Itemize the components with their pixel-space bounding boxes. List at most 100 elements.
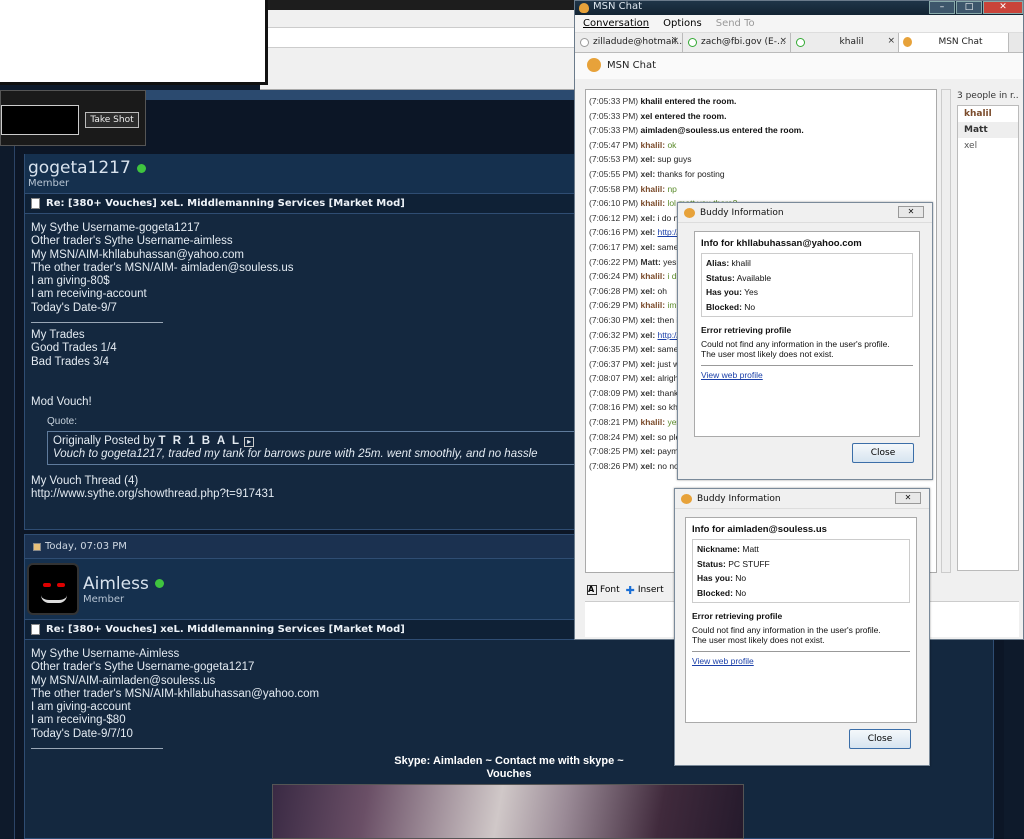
error-title: Error retrieving profile (692, 611, 783, 622)
chat-sender: xel: (640, 344, 658, 355)
window-title: MSN Chat (593, 1, 643, 12)
username-link[interactable]: Aimless (83, 574, 164, 594)
tab-khalil[interactable]: khalil × (791, 33, 899, 52)
tab-label: zilladude@hotmail... (593, 37, 683, 47)
chat-timestamp: (7:08:24 PM) (589, 431, 641, 442)
field-value: Available (736, 272, 772, 283)
chat-sender: khalil: (640, 300, 668, 311)
chat-message: (7:05:33 PM) aimladen@souless.us entered… (589, 123, 933, 138)
avatar-mouth (41, 595, 67, 603)
close-button[interactable]: ✕ (983, 1, 1023, 14)
chat-sender: khalil: (640, 183, 668, 194)
tab-close-icon[interactable]: × (779, 36, 787, 46)
buddy-fields: Alias: khalil Status: Available Has you:… (701, 253, 913, 318)
field-label: Blocked: (706, 301, 742, 312)
maximize-button[interactable]: □ (956, 1, 982, 14)
tab-zach[interactable]: zach@fbi.gov (E-... × (683, 33, 791, 52)
view-post-icon[interactable]: ▸ (244, 436, 255, 447)
view-web-profile-link[interactable]: View web profile (692, 656, 754, 666)
chat-scrollbar[interactable] (941, 89, 951, 573)
divider (31, 748, 163, 750)
person-khalil[interactable]: khalil (958, 106, 1018, 122)
person-matt[interactable]: Matt (958, 122, 1018, 138)
address-bar[interactable] (260, 28, 580, 48)
post-title-text: Re: [380+ Vouches] xeL. Middlemanning Se… (46, 624, 405, 635)
chat-text: thanks for posting (657, 168, 725, 179)
dialog-close-icon[interactable]: ✕ (898, 206, 924, 218)
tab-close-icon[interactable]: × (671, 36, 679, 46)
menu-send-to[interactable]: Send To (716, 18, 755, 29)
chat-text: yes (663, 256, 677, 267)
chat-message: (7:05:33 PM) khalil entered the room. (589, 94, 933, 109)
field-label: Nickname: (697, 544, 740, 554)
chat-sender: Matt: (640, 256, 664, 267)
chat-timestamp: (7:06:24 PM) (589, 271, 641, 282)
chat-timestamp: (7:05:33 PM) (589, 96, 641, 106)
chat-sender: khalil: (640, 417, 668, 428)
chat-text: sup guys (657, 154, 692, 165)
font-icon: A (587, 585, 597, 595)
chat-text: np (667, 183, 677, 194)
chat-sender: khalil: (640, 198, 668, 209)
chat-timestamp: (7:06:35 PM) (589, 344, 641, 355)
insert-button[interactable]: ✚ Insert (626, 583, 664, 597)
dialog-close-icon[interactable]: ✕ (895, 492, 921, 504)
avatar-eye-left (43, 583, 51, 587)
browser-tab-row (260, 10, 580, 28)
chat-sender: xel: (640, 212, 658, 223)
chat-timestamp: (7:06:29 PM) (589, 300, 641, 311)
take-shot-button[interactable]: Take Shot (85, 112, 139, 128)
post-date-icon (33, 542, 41, 551)
dialog-titlebar: Buddy Information ✕ (675, 489, 929, 509)
chat-sender: xel: (640, 154, 658, 165)
chat-timestamp: (7:05:55 PM) (589, 168, 641, 179)
buddy-info-header: Info for khllabuhassan@yahoo.com (701, 238, 862, 249)
chat-sender: xel: (640, 329, 658, 340)
online-status-icon (154, 579, 164, 588)
people-icon (587, 58, 601, 72)
chat-link[interactable]: http:// (658, 330, 679, 340)
chat-timestamp: (7:05:58 PM) (589, 183, 641, 194)
field-label: Alias: (706, 258, 730, 268)
chat-header: MSN Chat (575, 53, 1023, 79)
close-button[interactable]: Close (852, 443, 914, 463)
chat-message: (7:05:33 PM) xel entered the room. (589, 109, 933, 124)
post-title-text: Re: [380+ Vouches] xeL. Middlemanning Se… (46, 198, 405, 209)
tab-close-icon[interactable]: × (887, 36, 895, 46)
chat-sender: xel: (640, 285, 658, 296)
chat-timestamp: (7:06:12 PM) (589, 212, 641, 223)
username-link[interactable]: gogeta1217 (28, 158, 146, 178)
error-text: The user most likely does not exist. (701, 349, 834, 360)
field-value: No (744, 301, 756, 312)
field-label: Blocked: (697, 587, 733, 598)
chat-timestamp: (7:06:28 PM) (589, 285, 641, 296)
close-button[interactable]: Close (849, 729, 911, 749)
buddy-icon (681, 494, 692, 504)
chat-system-text: khalil entered the room. (640, 96, 737, 106)
field-value: No (735, 573, 747, 584)
person-xel[interactable]: xel (958, 138, 1018, 154)
tab-msn-chat[interactable]: MSN Chat (899, 33, 1009, 52)
chat-link[interactable]: http:// (658, 227, 679, 237)
quote-text: Vouch to gogeta1217, traded my tank for … (53, 447, 538, 460)
chat-sender: xel: (640, 373, 658, 384)
chat-text: oh (657, 285, 667, 296)
tab-zilladude[interactable]: zilladude@hotmail... × (575, 33, 683, 52)
field-value: No (735, 587, 747, 598)
minimize-button[interactable]: – (929, 1, 955, 14)
field-value: PC STUFF (728, 558, 770, 569)
insert-plus-icon: ✚ (625, 583, 635, 597)
username[interactable]: Aimless (83, 574, 149, 594)
chat-sender: xel: (640, 314, 658, 325)
menu-conversation[interactable]: Conversation (583, 18, 649, 29)
dialog-title: Buddy Information (697, 494, 781, 504)
chat-timestamp: (7:08:25 PM) (589, 446, 641, 457)
view-web-profile-link[interactable]: View web profile (701, 370, 763, 380)
people-count: 3 people in r... (957, 91, 1019, 101)
font-button[interactable]: A Font (587, 583, 620, 597)
menu-options[interactable]: Options (663, 18, 702, 29)
username[interactable]: gogeta1217 (28, 158, 131, 178)
chat-system-text: aimladen@souless.us entered the room. (640, 125, 804, 136)
chat-sender: xel: (640, 358, 658, 369)
buddy-info-dialog-matt: Buddy Information ✕ Info for aimladen@so… (674, 488, 930, 766)
